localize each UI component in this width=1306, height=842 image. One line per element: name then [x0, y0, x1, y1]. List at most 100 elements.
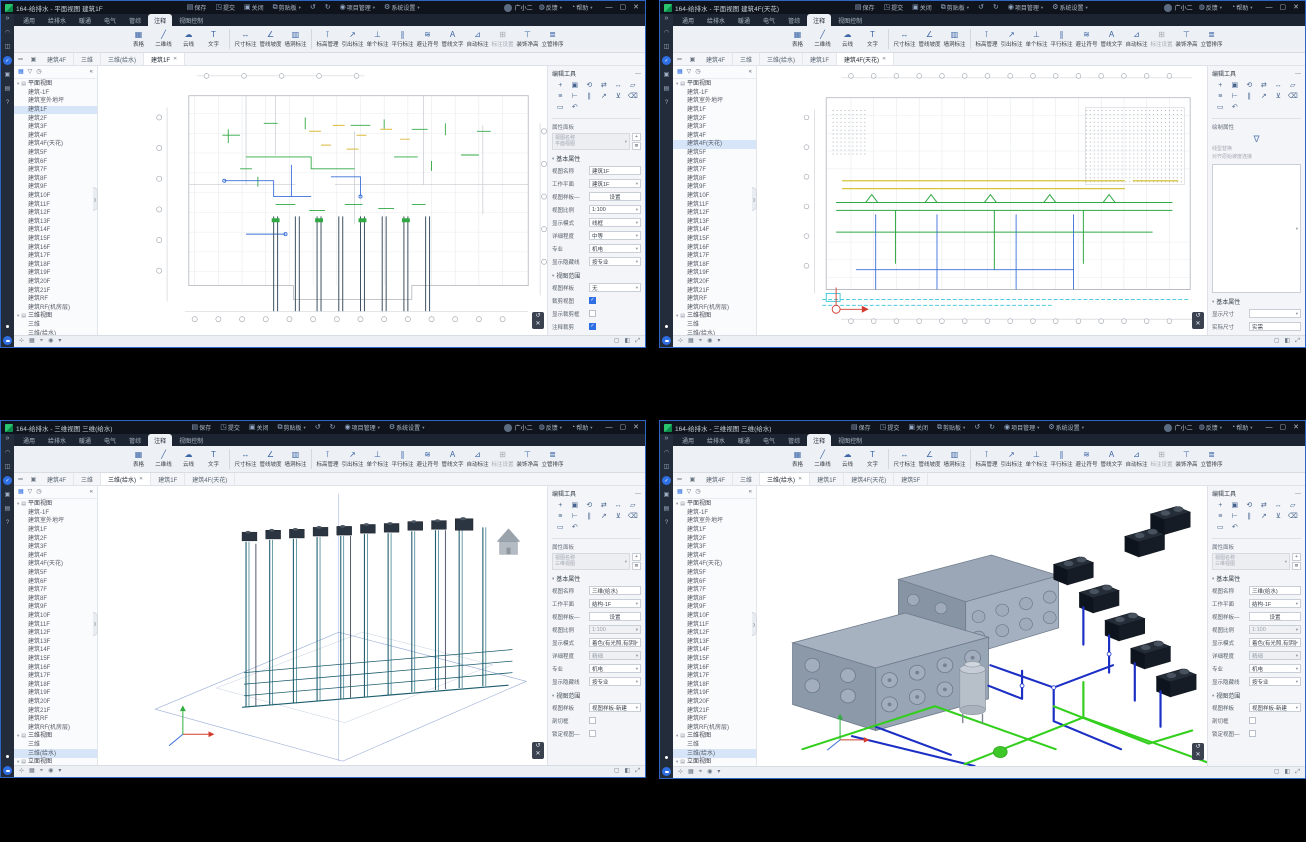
fit-view-icon[interactable]: ⤢ — [1295, 769, 1300, 776]
grid-toggle-icon[interactable]: ▦ — [29, 768, 35, 775]
property-select[interactable]: 机电▾ — [589, 244, 641, 253]
tree-item[interactable]: 建筑11F — [14, 620, 97, 629]
sync-check-icon[interactable]: ✓ — [662, 476, 671, 485]
tree-item[interactable]: 建筑6F — [14, 157, 97, 166]
tree-item[interactable]: 建筑7F — [14, 166, 97, 175]
save-button[interactable]: ▤保存 — [852, 1, 878, 14]
list-filter-button[interactable]: ≣ — [632, 562, 641, 570]
section-header[interactable]: ▾基本属性 — [552, 154, 641, 163]
tree-item[interactable]: 建筑2F — [673, 114, 756, 123]
level-manage-button[interactable]: ⊺标高管理 — [315, 450, 340, 468]
notification-icon[interactable] — [3, 752, 12, 761]
support-headset-icon[interactable]: ◠ — [3, 448, 12, 457]
close-button[interactable]: ✕ — [633, 421, 639, 434]
ribbon-tab-4[interactable]: 管综 — [782, 14, 806, 26]
tree-item[interactable]: 建筑4F — [14, 132, 97, 141]
tree-item[interactable]: 建筑14F — [673, 226, 756, 235]
ribbon-tab-2[interactable]: 暖通 — [73, 14, 97, 26]
tree-group-0[interactable]: ▾▤平面视图 — [14, 80, 97, 89]
help-circle-icon[interactable]: ? — [3, 518, 12, 527]
redo-button[interactable]: ↻ — [322, 1, 334, 14]
tree-item[interactable]: 建筑1F — [673, 526, 756, 535]
support-headset-icon[interactable]: ◠ — [3, 28, 12, 37]
tree-item[interactable]: 建筑16F — [14, 663, 97, 672]
tree-group-1[interactable]: ▾▤三维视图 — [673, 312, 756, 321]
notification-icon[interactable] — [662, 753, 671, 762]
tree-item[interactable]: 建筑RF — [14, 715, 97, 724]
filter-funnel-icon[interactable]: ▽ — [687, 69, 692, 75]
tree-item[interactable]: 建筑13F — [14, 638, 97, 647]
tree-group-1[interactable]: ▾▤三维视图 — [673, 732, 756, 741]
leader-tag-button[interactable]: ↗引出标注 — [340, 30, 365, 48]
connect-tool-icon[interactable]: ↗ — [598, 92, 611, 102]
tree-item[interactable]: 建筑5F — [673, 149, 756, 158]
clipboard-button[interactable]: ⧉剪贴板▾ — [934, 421, 968, 434]
ribbon-tab-6[interactable]: 视图控制 — [173, 14, 209, 26]
tree-item[interactable]: 建筑室外地坪 — [14, 517, 97, 526]
tree-item[interactable]: 建筑RF(机房层) — [14, 303, 97, 312]
rotate-tool-icon[interactable]: ⟲ — [583, 81, 596, 91]
section-header[interactable]: ▾基本属性 — [552, 574, 641, 583]
views-filter-icon[interactable]: ▦ — [677, 489, 683, 495]
tree-item[interactable]: 建筑10F — [673, 192, 756, 201]
property-select[interactable]: 结构-1F▾ — [1249, 599, 1301, 608]
undo-button[interactable]: ↺ — [971, 421, 983, 434]
clear-height-button[interactable]: ⊤装饰净高 — [515, 30, 540, 48]
tree-item[interactable]: 建筑-1F — [14, 89, 97, 98]
submit-button[interactable]: ◳提交 — [212, 1, 238, 14]
more-options-icon[interactable]: ▾ — [717, 338, 720, 345]
views-filter-icon[interactable]: ▦ — [677, 69, 683, 75]
tree-item[interactable]: 建筑3F — [14, 123, 97, 132]
dimension-button[interactable]: ↔尺寸标注 — [892, 30, 917, 48]
ribbon-tab-4[interactable]: 管综 — [123, 434, 147, 446]
view-tab-0[interactable]: 建筑4F — [40, 53, 74, 65]
property-select[interactable]: 1:100▾ — [589, 625, 641, 634]
rotate-tool-icon[interactable]: ⟲ — [583, 501, 596, 511]
tree-item[interactable]: 三维 — [14, 321, 97, 330]
tree-item[interactable]: 建筑6F — [673, 157, 756, 166]
tree-item[interactable]: 三维 — [673, 741, 756, 750]
tree-item[interactable]: 建筑20F — [673, 278, 756, 287]
close-overlay-icon[interactable]: ✕ — [535, 751, 540, 758]
tree-item[interactable]: 建筑19F — [673, 689, 756, 698]
grid-toggle-icon[interactable]: ▦ — [688, 338, 694, 345]
view-switch-icon[interactable]: ▣ — [27, 53, 40, 65]
wall-hole-tag-button[interactable]: ▥墙洞标注 — [942, 30, 967, 48]
close-button[interactable]: ✕ — [633, 1, 639, 14]
avoid-symbol-button[interactable]: ≋避让符号 — [1074, 30, 1099, 48]
property-action-button[interactable]: 设置 — [1249, 612, 1301, 621]
property-select[interactable]: 机电▾ — [1249, 664, 1301, 673]
revision-cloud-button[interactable]: ☁云线 — [176, 450, 201, 468]
model-view-icon[interactable]: ◫ — [662, 462, 671, 471]
property-select[interactable]: 着色(有光照,有阴影)▾ — [1249, 638, 1301, 647]
shaded-mode-icon[interactable]: ◧ — [1285, 338, 1291, 345]
level-manage-button[interactable]: ⊺标高管理 — [974, 450, 999, 468]
split-tool-icon[interactable]: ∥ — [1243, 92, 1256, 102]
minimize-button[interactable]: — — [606, 1, 613, 14]
maximize-button[interactable]: ▢ — [1280, 421, 1287, 434]
copy-tool-icon[interactable]: ▱ — [627, 81, 640, 91]
view-tab-4[interactable]: 建筑4F(天花)✕ — [837, 53, 894, 65]
2d-line-button[interactable]: ╱二维线 — [151, 450, 176, 468]
tree-group-2[interactable]: ▾▤立面视图 — [673, 758, 756, 766]
tree-item[interactable]: 建筑室外地坪 — [673, 97, 756, 106]
ribbon-tab-2[interactable]: 暖通 — [732, 434, 756, 446]
clipboard-button[interactable]: ⧉剪贴板▾ — [274, 421, 308, 434]
tree-item[interactable]: 建筑4F(天花) — [673, 140, 756, 149]
list-filter-button[interactable]: ≣ — [632, 142, 641, 150]
close-button[interactable]: ✕ — [1293, 421, 1299, 434]
property-select[interactable]: 1:100▾ — [1249, 625, 1301, 634]
move-tool-icon[interactable]: + — [554, 81, 567, 91]
align-tool-icon[interactable]: ⊢ — [1229, 92, 1242, 102]
ribbon-tab-1[interactable]: 给排水 — [701, 434, 731, 446]
help-menu[interactable]: ◔帮助▾ — [568, 421, 596, 434]
grid-toggle-icon[interactable]: ▦ — [688, 769, 694, 776]
avoid-symbol-button[interactable]: ≋避让符号 — [415, 30, 440, 48]
pipe-slope-button[interactable]: ∠管线坡度 — [917, 450, 942, 468]
view-tab-2[interactable]: 三维(给水) — [101, 53, 144, 65]
filter-funnel-icon[interactable]: ▽ — [28, 489, 33, 495]
expand-ribbon-button[interactable]: » — [665, 15, 669, 23]
stretch-tool-icon[interactable]: ↔ — [612, 501, 625, 511]
wall-hole-tag-button[interactable]: ▥墙洞标注 — [283, 30, 308, 48]
trim-tool-icon[interactable]: ⊻ — [1272, 512, 1285, 522]
